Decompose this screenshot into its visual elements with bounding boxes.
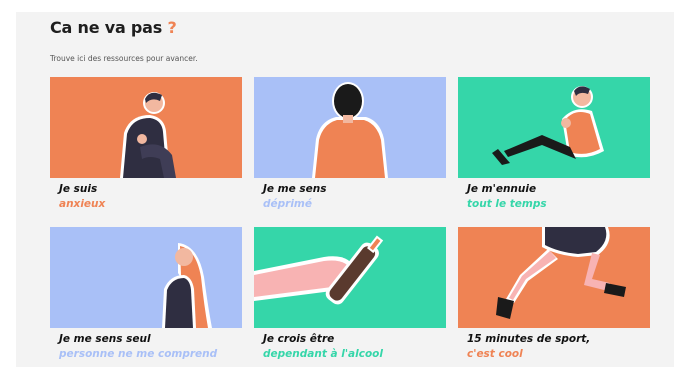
lounging-person-icon — [458, 77, 650, 178]
sitting-person-icon — [50, 77, 242, 178]
card-sport[interactable]: 15 minutes de sport, c'est cool — [458, 227, 650, 363]
page-title-text: Ca ne va pas — [50, 18, 163, 37]
page-title: Ca ne va pas ? — [50, 18, 177, 37]
person-back-icon — [254, 77, 446, 178]
card-line2: anxieux — [59, 198, 106, 210]
lonely-person-icon — [50, 227, 242, 328]
bottle-hand-icon — [254, 227, 446, 328]
card-image — [254, 227, 446, 328]
card-seul[interactable]: Je me sens seul personne ne me comprend — [50, 227, 242, 363]
card-image — [50, 77, 242, 178]
card-line1: Je crois être — [263, 333, 335, 345]
card-line1: Je suis — [59, 183, 98, 195]
card-line2: dependant à l'alcool — [263, 348, 383, 360]
card-image — [50, 227, 242, 328]
card-line1: Je m'ennuie — [467, 183, 537, 195]
running-legs-icon — [458, 227, 650, 328]
card-image — [254, 77, 446, 178]
card-line1: Je me sens seul — [59, 333, 151, 345]
card-image — [458, 227, 650, 328]
card-line2: c'est cool — [467, 348, 523, 360]
card-line2: personne ne me comprend — [59, 348, 218, 360]
question-mark: ? — [167, 18, 177, 37]
card-line1: Je me sens — [263, 183, 327, 195]
card-anxieux[interactable]: Je suis anxieux — [50, 77, 242, 213]
card-deprime[interactable]: Je me sens déprimé — [254, 77, 446, 213]
card-line2: tout le temps — [467, 198, 547, 210]
card-alcool[interactable]: Je crois être dependant à l'alcool — [254, 227, 446, 363]
card-ennui[interactable]: Je m'ennuie tout le temps — [458, 77, 650, 213]
card-line2: déprimé — [263, 198, 312, 210]
card-line1: 15 minutes de sport, — [467, 333, 591, 345]
page-subtitle: Trouve ici des ressources pour avancer. — [50, 54, 198, 63]
card-image — [458, 77, 650, 178]
